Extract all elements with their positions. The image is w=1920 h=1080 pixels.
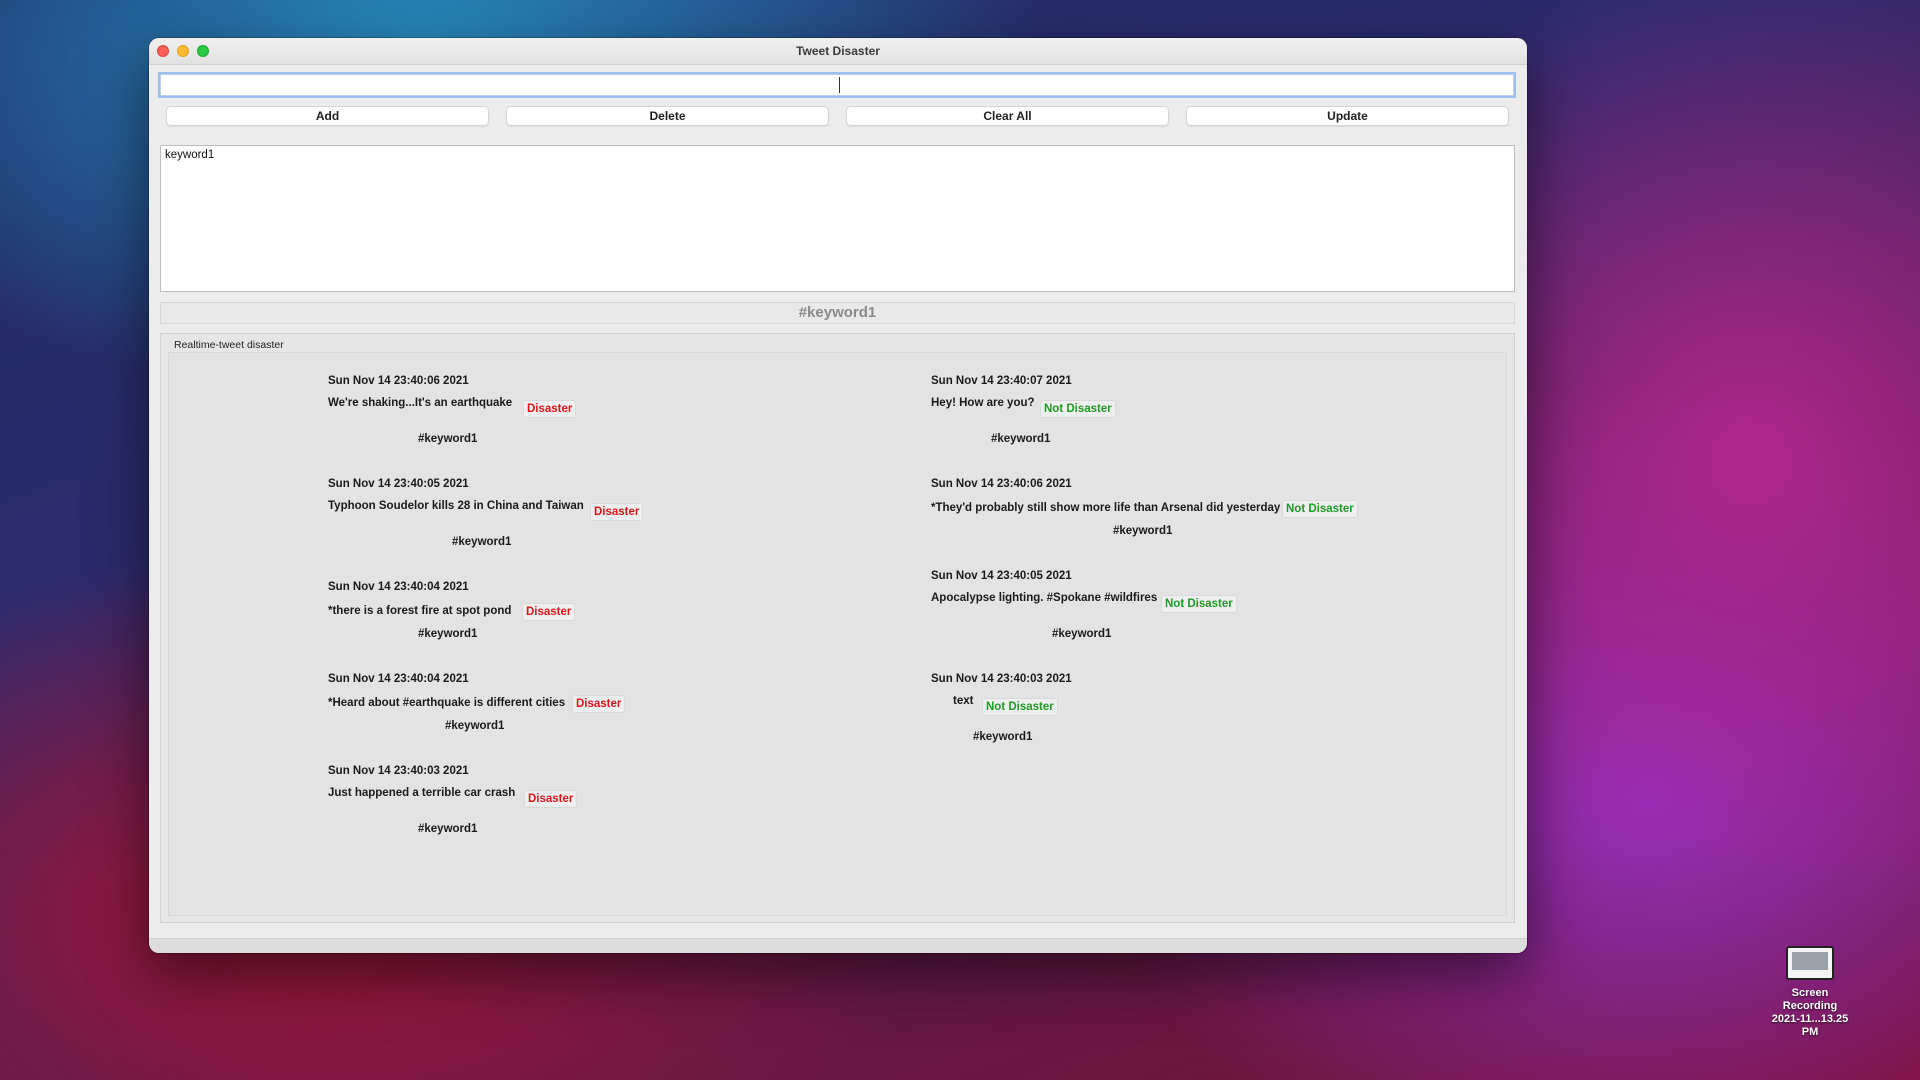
tweet-date: Sun Nov 14 23:40:06 2021 — [328, 375, 469, 387]
tweet-hashtag: #keyword1 — [991, 433, 1051, 445]
tweet-hashtag: #keyword1 — [418, 433, 478, 445]
disaster-label: Disaster — [524, 790, 578, 808]
tweet-hashtag: #keyword1 — [1113, 525, 1173, 537]
keyword-listbox[interactable]: keyword1 — [160, 145, 1515, 292]
current-keyword-heading: #keyword1 — [160, 302, 1515, 324]
window-bottom-bar — [149, 938, 1527, 953]
not-disaster-label: Not Disaster — [1161, 595, 1237, 613]
desktop-icon-label-line2: 2021-11...13.25 PM — [1771, 1013, 1849, 1038]
delete-button[interactable]: Delete — [506, 106, 829, 126]
tweet-text: Apocalypse lighting. #Spokane #wildfires — [931, 592, 1158, 604]
title-bar: Tweet Disaster — [149, 38, 1527, 65]
tweet-panel: Sun Nov 14 23:40:06 2021 We're shaking..… — [168, 352, 1507, 916]
tweet-text: *Heard about #earthquake is different ci… — [328, 697, 566, 709]
button-row: Add Delete Clear All Update — [166, 106, 1509, 126]
tweet-date: Sun Nov 14 23:40:05 2021 — [328, 478, 469, 490]
tweet-text: *there is a forest fire at spot pond — [328, 605, 512, 617]
tweet-date: Sun Nov 14 23:40:07 2021 — [931, 375, 1072, 387]
tweet-date: Sun Nov 14 23:40:05 2021 — [931, 570, 1072, 582]
tweet-date: Sun Nov 14 23:40:04 2021 — [328, 673, 469, 685]
tweet-date: Sun Nov 14 23:40:04 2021 — [328, 581, 469, 593]
tweet-date: Sun Nov 14 23:40:03 2021 — [931, 673, 1072, 685]
tweet-text: Typhoon Soudelor kills 28 in China and T… — [328, 500, 584, 512]
tweet-hashtag: #keyword1 — [973, 731, 1033, 743]
tweet-text: Hey! How are you? — [931, 397, 1035, 409]
not-disaster-label: Not Disaster — [982, 698, 1058, 716]
clear-all-button[interactable]: Clear All — [846, 106, 1169, 126]
text-caret — [839, 77, 840, 93]
tweet-hashtag: #keyword1 — [1052, 628, 1112, 640]
add-button[interactable]: Add — [166, 106, 489, 126]
tweet-hashtag: #keyword1 — [452, 536, 512, 548]
group-label: Realtime-tweet disaster — [174, 339, 284, 351]
update-button[interactable]: Update — [1186, 106, 1509, 126]
not-disaster-label: Not Disaster — [1040, 400, 1116, 418]
window-title: Tweet Disaster — [796, 44, 880, 58]
disaster-label: Disaster — [522, 603, 576, 621]
tweet-text: We're shaking...It's an earthquake — [328, 397, 513, 409]
tweet-date: Sun Nov 14 23:40:06 2021 — [931, 478, 1072, 490]
disaster-label: Disaster — [590, 503, 644, 521]
tweet-text: *They'd probably still show more life th… — [931, 502, 1281, 514]
screen-recording-desktop-icon[interactable]: Screen Recording 2021-11...13.25 PM — [1770, 946, 1850, 1039]
desktop-icon-label-line1: Screen Recording — [1782, 987, 1838, 1012]
tweet-text: Just happened a terrible car crash — [328, 787, 516, 799]
desktop-icon-label: Screen Recording 2021-11...13.25 PM — [1770, 987, 1850, 1039]
tweet-date: Sun Nov 14 23:40:03 2021 — [328, 765, 469, 777]
keyword-input[interactable] — [160, 74, 1514, 96]
tweet-hashtag: #keyword1 — [418, 628, 478, 640]
video-file-icon — [1786, 946, 1834, 980]
not-disaster-label: Not Disaster — [1282, 500, 1358, 518]
tweet-text: text — [953, 695, 974, 707]
tweet-hashtag: #keyword1 — [445, 720, 505, 732]
keyword-list-item[interactable]: keyword1 — [165, 149, 214, 161]
realtime-tweet-group: Realtime-tweet disaster Sun Nov 14 23:40… — [160, 333, 1515, 923]
disaster-label: Disaster — [572, 695, 626, 713]
disaster-label: Disaster — [523, 400, 577, 418]
tweet-hashtag: #keyword1 — [418, 823, 478, 835]
app-window: Tweet Disaster Add Delete Clear All Upda… — [149, 38, 1527, 953]
